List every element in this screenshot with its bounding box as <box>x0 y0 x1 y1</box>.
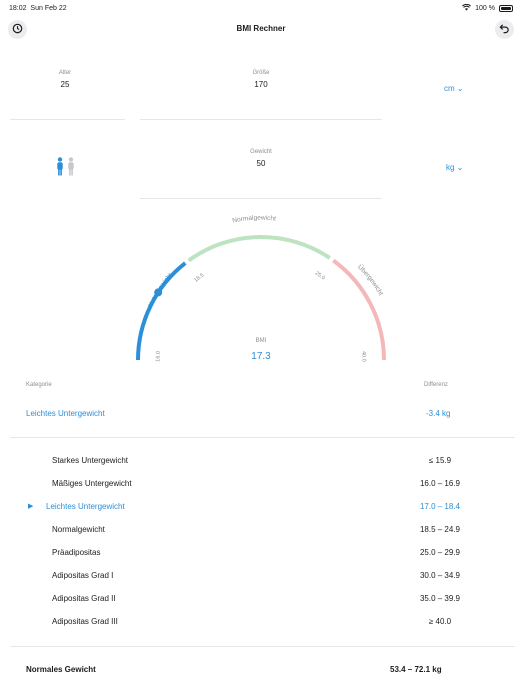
gauge-ticks: 16.018.5 25.040.0 <box>155 270 366 361</box>
divider <box>10 646 515 647</box>
category-range: ≥ 40.0 <box>428 617 452 626</box>
category-name: Präadipositas <box>52 548 101 557</box>
battery-percent: 100 % <box>475 5 495 12</box>
gauge-tick-label: 25.0 <box>314 270 326 281</box>
gauge-label-underweight: Untergewicht <box>147 272 174 308</box>
category-range: 35.0 – 39.9 <box>419 594 461 603</box>
normal-weight-value: 53.4 – 72.1 kg <box>390 665 442 674</box>
category-name: Normalgewicht <box>52 525 105 534</box>
divider <box>10 437 515 438</box>
age-value: 25 <box>60 80 70 89</box>
age-label: Alter <box>58 70 72 76</box>
divider <box>140 198 382 199</box>
category-name: Adipositas Grad III <box>52 617 118 626</box>
category-name: Adipositas Grad II <box>52 594 116 603</box>
current-category-marker-icon: ▶ <box>28 503 34 510</box>
category-name: Leichtes Untergewicht <box>46 502 125 511</box>
page-title: BMI Rechner <box>236 24 286 33</box>
category-range: ≤ 15.9 <box>428 456 452 465</box>
height-unit-selector[interactable]: cm ⌄ <box>444 84 464 93</box>
divider <box>140 119 382 120</box>
divider <box>10 119 125 120</box>
undo-arrow-icon <box>499 23 510 37</box>
gauge-segment-underweight <box>136 261 187 361</box>
table-row: Normalgewicht 18.5 – 24.9 <box>0 518 522 541</box>
height-label: Größe <box>252 70 270 76</box>
status-time: 18:02 <box>9 5 27 12</box>
difference-value: -3.4 kg <box>426 409 451 418</box>
status-indicators: 100 % <box>462 3 513 13</box>
category-name: Starkes Untergewicht <box>52 456 129 465</box>
wifi-icon <box>462 3 472 13</box>
gauge-segment-overweight <box>332 258 386 361</box>
table-row: Adipositas Grad III ≥ 40.0 <box>0 610 522 633</box>
table-row: Adipositas Grad I 30.0 – 34.9 <box>0 564 522 587</box>
table-row: Adipositas Grad II 35.0 – 39.9 <box>0 587 522 610</box>
gender-selector[interactable] <box>55 157 79 177</box>
table-row: Starkes Untergewicht ≤ 15.9 <box>0 449 522 472</box>
female-icon <box>68 157 74 176</box>
battery-icon <box>499 5 513 12</box>
bmi-label: BMI <box>255 338 267 344</box>
category-range: 25.0 – 29.9 <box>419 548 461 557</box>
height-field[interactable]: Größe 170 <box>226 70 296 89</box>
status-time-date: 18:02 Sun Feb 22 <box>9 5 67 12</box>
normal-weight-label: Normales Gewicht <box>26 665 96 674</box>
height-value: 170 <box>254 80 268 89</box>
table-row: Mäßiges Untergewicht 16.0 – 16.9 <box>0 472 522 495</box>
gauge-segment-normal <box>187 235 331 263</box>
category-range: 30.0 – 34.9 <box>419 571 461 580</box>
category-header: Kategorie <box>26 382 52 388</box>
category-name: Mäßiges Untergewicht <box>52 479 132 488</box>
gauge-label-normal: Normalgewicht <box>232 215 277 225</box>
category-range: 18.5 – 24.9 <box>419 525 461 534</box>
difference-header: Differenz <box>424 382 448 388</box>
category-range: 16.0 – 16.9 <box>419 479 461 488</box>
bmi-value: 17.3 <box>251 351 271 362</box>
weight-label: Gewicht <box>250 149 272 155</box>
table-row: Präadipositas 25.0 – 29.9 <box>0 541 522 564</box>
category-value: Leichtes Untergewicht <box>26 409 105 418</box>
weight-unit-selector[interactable]: kg ⌄ <box>446 163 463 172</box>
table-row: ▶ Leichtes Untergewicht 17.0 – 18.4 <box>0 495 522 518</box>
back-button[interactable] <box>495 20 514 39</box>
nav-bar: BMI Rechner <box>0 16 522 42</box>
bmi-category-table: Starkes Untergewicht ≤ 15.9 Mäßiges Unterg… <box>0 449 522 633</box>
weight-field[interactable]: Gewicht 50 <box>226 149 296 168</box>
category-range: 17.0 – 18.4 <box>419 502 461 511</box>
weight-value: 50 <box>256 159 266 168</box>
age-field[interactable]: Alter 25 <box>30 70 100 89</box>
gauge-label-overweight: Übergewicht <box>356 263 384 297</box>
gauge-tick-label: 18.5 <box>193 272 205 283</box>
male-icon <box>57 157 63 176</box>
status-date: Sun Feb 22 <box>30 5 67 12</box>
category-name: Adipositas Grad I <box>52 571 114 580</box>
